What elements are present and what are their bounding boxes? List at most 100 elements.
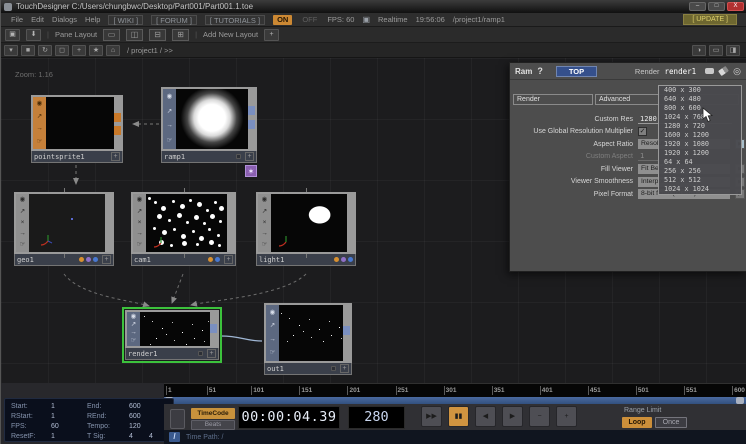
output-connector[interactable] (248, 120, 255, 129)
layout-single-icon[interactable]: ▭ (103, 29, 120, 41)
node-output-strip[interactable] (343, 305, 350, 361)
render-flag-icon[interactable]: → (136, 231, 143, 238)
node-output-strip[interactable] (347, 194, 354, 252)
pick-flag-icon[interactable]: ☞ (20, 242, 26, 249)
add-icon[interactable]: + (72, 45, 86, 56)
expand-parameters-button[interactable]: + (207, 349, 216, 358)
operator-name[interactable]: render1 (665, 67, 697, 76)
forum-link[interactable]: [ FORUM ] (151, 15, 197, 25)
pane-window-icon[interactable]: ▭ (709, 45, 723, 56)
node-viewer[interactable] (140, 312, 210, 346)
viewer-flag-icon[interactable]: ◉ (137, 197, 143, 204)
node-name-bar[interactable]: out1 + (264, 363, 352, 375)
expand-parameters-button[interactable]: + (224, 255, 233, 264)
node-flag-column[interactable]: ◉ ↗ → ☞ (163, 89, 176, 149)
realtime-checkbox-icon[interactable]: ▣ (362, 15, 370, 24)
beats-mode-button[interactable]: Beats (191, 420, 235, 430)
clone-flag-icon[interactable]: ↗ (137, 209, 142, 216)
expand-parameters-button[interactable]: + (111, 152, 120, 161)
node-viewer[interactable] (271, 194, 347, 252)
node-flag-column[interactable]: ◉ ↗ → ☞ (266, 305, 279, 361)
bypass-flag-icon[interactable]: → (130, 330, 137, 337)
back-icon[interactable]: ◻ (55, 45, 69, 56)
pick-flag-dot[interactable] (93, 257, 98, 262)
history-dropdown-icon[interactable]: ▾ (4, 45, 18, 56)
output-connector[interactable] (343, 326, 350, 335)
menu-edit[interactable]: Edit (31, 15, 44, 24)
viewer-flag-icon[interactable]: ◉ (20, 197, 26, 204)
node-cam1[interactable]: ◉ ↗ × → ☞ cam1 + (131, 192, 236, 266)
node-viewer[interactable] (279, 305, 343, 361)
node-out1[interactable]: ◉ ↗ → ☞ out1 + (264, 303, 352, 375)
pane-maximize-icon[interactable]: ◨ (726, 45, 740, 56)
on-toggle[interactable]: ON (273, 15, 292, 25)
flag-slot[interactable] (198, 351, 203, 356)
flag-slot[interactable] (331, 366, 336, 371)
off-toggle[interactable]: OFF (300, 15, 319, 24)
fps-value[interactable]: 60 (51, 422, 59, 432)
pause-button[interactable]: ▮▮ (448, 406, 469, 427)
node-flag-column[interactable]: ◉ ↗ → ☞ (33, 97, 46, 149)
delete-flag-icon[interactable]: × (263, 220, 267, 227)
node-flag-column[interactable]: ◉ ↗ × → ☞ (258, 194, 271, 252)
resolution-option[interactable]: 400 x 300 (659, 86, 741, 95)
output-connector[interactable] (114, 113, 121, 122)
node-viewer[interactable] (29, 194, 105, 252)
favorite-star-icon[interactable]: ★ (89, 45, 103, 56)
menu-file[interactable]: File (11, 15, 23, 24)
frame-display[interactable]: 280 (348, 406, 405, 429)
layout-quad-icon[interactable]: ⊞ (172, 29, 189, 41)
resolution-option[interactable]: 1280 x 720 (659, 122, 741, 131)
resolution-option[interactable]: 1920 x 1200 (659, 149, 741, 158)
viewer-flag-icon[interactable]: ◉ (37, 101, 43, 108)
expand-parameters-button[interactable]: + (102, 255, 111, 264)
root-path-button[interactable]: / (169, 432, 180, 442)
timecode-mode-button[interactable]: TimeCode (191, 408, 235, 419)
clone-flag-icon[interactable]: ↗ (20, 209, 25, 216)
tsig-numerator[interactable]: 4 (129, 432, 133, 442)
pick-flag-icon[interactable]: ☞ (37, 139, 43, 146)
global-multiplier-checkbox[interactable]: ✓ (638, 127, 647, 136)
delete-flag-icon[interactable]: × (21, 220, 25, 227)
pane-split-icon[interactable]: ◑ (692, 45, 706, 56)
help-icon[interactable]: ? (537, 66, 543, 76)
layout-split-vertical-icon[interactable]: ◫ (126, 29, 143, 41)
node-flag-column[interactable]: ◉ ↗ → ☞ (127, 312, 140, 346)
output-connector[interactable] (114, 126, 121, 135)
node-output-strip[interactable] (210, 312, 217, 346)
increment-frame-button[interactable]: + (556, 406, 577, 427)
bypass-flag-icon[interactable]: → (166, 123, 173, 130)
bypass-flag-icon[interactable]: → (269, 337, 276, 344)
menu-dialogs[interactable]: Dialogs (52, 15, 77, 24)
resolution-option[interactable]: 1024 x 1024 (659, 185, 741, 194)
pick-flag-icon[interactable]: ☞ (270, 350, 276, 357)
update-button[interactable]: [ UPDATE ] (683, 14, 737, 25)
node-output-strip[interactable] (105, 194, 112, 252)
node-viewer[interactable] (46, 97, 114, 149)
display-flag-dot[interactable] (341, 257, 346, 262)
node-flag-column[interactable]: ◉ ↗ × → ☞ (16, 194, 29, 252)
once-button[interactable]: Once (655, 417, 687, 428)
clone-flag-icon[interactable]: ↗ (167, 109, 172, 116)
loop-button[interactable]: Loop (622, 417, 652, 428)
timeline-ruler[interactable]: 151101151201251301351401451501551600 (164, 383, 746, 397)
resolution-option[interactable]: 1920 x 1080 (659, 140, 741, 149)
language-toggle[interactable]: Ram (515, 67, 532, 76)
expand-parameters-button[interactable]: + (340, 364, 349, 373)
add-layout-button[interactable]: + (264, 29, 279, 41)
viewer-flag-icon[interactable]: ◉ (167, 94, 173, 101)
bookmark-icon[interactable]: ▣ (5, 29, 20, 41)
node-pointsprite1[interactable]: ◉ ↗ → ☞ pointsprite1 + (31, 95, 123, 163)
render-flag-dot[interactable] (208, 257, 213, 262)
reset-parameters-icon[interactable] (718, 66, 729, 76)
play-forward-button[interactable]: ▶▶ (421, 406, 442, 427)
comment-icon[interactable] (705, 68, 714, 74)
node-viewer[interactable] (146, 194, 227, 252)
comment-badge-icon[interactable]: ✶ (245, 165, 257, 177)
pick-flag-dot[interactable] (215, 257, 220, 262)
node-output-strip[interactable] (114, 97, 121, 149)
resolution-option[interactable]: 1600 x 1200 (659, 131, 741, 140)
display-flag-dot[interactable] (86, 257, 91, 262)
end-value[interactable]: 600 (129, 402, 141, 412)
clone-flag-icon[interactable]: ↗ (37, 114, 42, 121)
